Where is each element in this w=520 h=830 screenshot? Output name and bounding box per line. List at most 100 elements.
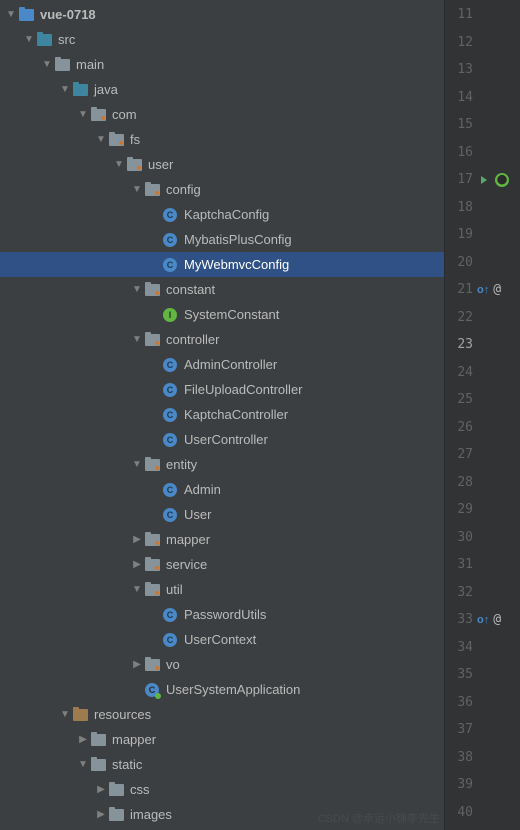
expand-arrow-icon[interactable]: ▼ xyxy=(130,584,144,595)
gutter-line[interactable]: 28 xyxy=(445,470,520,495)
tree-node[interactable]: ▶mapper xyxy=(0,727,444,752)
tree-node[interactable]: ▶CUser xyxy=(0,502,444,527)
tree-node[interactable]: ▼entity xyxy=(0,452,444,477)
expand-arrow-icon[interactable]: ▼ xyxy=(22,34,36,45)
tree-node[interactable]: ▶CKaptchaController xyxy=(0,402,444,427)
gutter-line[interactable]: 25 xyxy=(445,387,520,412)
line-number: 20 xyxy=(451,255,473,270)
tree-node[interactable]: ▼java xyxy=(0,77,444,102)
gutter-line[interactable]: 11 xyxy=(445,2,520,27)
expand-arrow-icon[interactable]: ▼ xyxy=(130,334,144,345)
override-gutter-icon[interactable]: o↑ xyxy=(477,284,489,296)
gutter-line[interactable]: 33o↑@ xyxy=(445,607,520,632)
collapse-arrow-icon[interactable]: ▶ xyxy=(94,809,108,820)
tree-node[interactable]: ▶CUserSystemApplication xyxy=(0,677,444,702)
collapse-arrow-icon[interactable]: ▶ xyxy=(76,734,90,745)
spring-bean-icon[interactable]: ⬤ xyxy=(495,173,509,187)
tree-node[interactable]: ▼fs xyxy=(0,127,444,152)
gutter-line[interactable]: 37 xyxy=(445,717,520,742)
tree-node[interactable]: ▶ mapper xyxy=(0,527,444,552)
gutter-line[interactable]: 34 xyxy=(445,635,520,660)
expand-arrow-icon[interactable]: ▼ xyxy=(112,159,126,170)
tree-node[interactable]: ▶CUserController xyxy=(0,427,444,452)
tree-node[interactable]: ▼config xyxy=(0,177,444,202)
tree-node[interactable]: ▼com xyxy=(0,102,444,127)
gutter-line[interactable]: 24 xyxy=(445,360,520,385)
tree-node[interactable]: ▼static xyxy=(0,752,444,777)
gutter-line[interactable]: 40 xyxy=(445,800,520,825)
tree-node[interactable]: ▼constant xyxy=(0,277,444,302)
tree-node[interactable]: ▶CPasswordUtils xyxy=(0,602,444,627)
line-number: 13 xyxy=(451,62,473,77)
gutter-line[interactable]: 21o↑@ xyxy=(445,277,520,302)
tree-node[interactable]: ▼controller xyxy=(0,327,444,352)
expand-arrow-icon[interactable]: ▼ xyxy=(130,284,144,295)
collapse-arrow-icon[interactable]: ▶ xyxy=(130,534,144,545)
gutter-line[interactable]: 18 xyxy=(445,195,520,220)
expand-arrow-icon[interactable]: ▼ xyxy=(76,109,90,120)
gutter-line[interactable]: 22 xyxy=(445,305,520,330)
line-number: 22 xyxy=(451,310,473,325)
expand-arrow-icon[interactable]: ▼ xyxy=(130,459,144,470)
tree-node[interactable]: ▼util xyxy=(0,577,444,602)
package-icon xyxy=(126,157,142,173)
tree-node[interactable]: ▶CFileUploadController xyxy=(0,377,444,402)
gutter-line[interactable]: 20 xyxy=(445,250,520,275)
expand-arrow-icon[interactable]: ▼ xyxy=(4,9,18,20)
gutter-line[interactable]: 14 xyxy=(445,85,520,110)
expand-arrow-icon[interactable]: ▼ xyxy=(40,59,54,70)
gutter-line[interactable]: 27 xyxy=(445,442,520,467)
collapse-arrow-icon[interactable]: ▶ xyxy=(94,784,108,795)
package-icon xyxy=(144,557,160,573)
gutter-line[interactable]: 17⬤ xyxy=(445,167,520,192)
tree-node[interactable]: ▼main xyxy=(0,52,444,77)
gutter-line[interactable]: 30 xyxy=(445,525,520,550)
tree-node[interactable]: ▼vue-0718 xyxy=(0,2,444,27)
resources-folder-icon xyxy=(72,707,88,723)
gutter-line[interactable]: 35 xyxy=(445,662,520,687)
gutter-line[interactable]: 19 xyxy=(445,222,520,247)
gutter-line[interactable]: 31 xyxy=(445,552,520,577)
tree-node[interactable]: ▶CKaptchaConfig xyxy=(0,202,444,227)
gutter-line[interactable]: 29 xyxy=(445,497,520,522)
tree-node[interactable]: ▼src xyxy=(0,27,444,52)
tree-node[interactable]: ▶CUserContext xyxy=(0,627,444,652)
tree-node[interactable]: ▶css xyxy=(0,777,444,802)
expand-arrow-icon[interactable]: ▼ xyxy=(58,709,72,720)
expand-arrow-icon[interactable]: ▼ xyxy=(76,759,90,770)
expand-arrow-icon[interactable]: ▼ xyxy=(58,84,72,95)
project-tree[interactable]: ▼vue-0718▼src▼main▼java▼com▼fs▼user▼conf… xyxy=(0,0,444,830)
gutter-line[interactable]: 23 xyxy=(445,332,520,357)
run-gutter-icon[interactable] xyxy=(477,173,491,187)
tree-node[interactable]: ▶CAdminController xyxy=(0,352,444,377)
gutter-line[interactable]: 13 xyxy=(445,57,520,82)
tree-node[interactable]: ▶ISystemConstant xyxy=(0,302,444,327)
tree-node-label: SystemConstant xyxy=(184,307,279,322)
gutter-line[interactable]: 26 xyxy=(445,415,520,440)
gutter-line[interactable]: 39 xyxy=(445,772,520,797)
gutter-line[interactable]: 12 xyxy=(445,30,520,55)
gutter-line[interactable]: 36 xyxy=(445,690,520,715)
tree-node[interactable]: ▶service xyxy=(0,552,444,577)
annotation-gutter-icon[interactable]: @ xyxy=(493,612,501,627)
expand-arrow-icon[interactable]: ▼ xyxy=(94,134,108,145)
tree-node[interactable]: ▼user xyxy=(0,152,444,177)
expand-arrow-icon[interactable]: ▼ xyxy=(130,184,144,195)
override-gutter-icon[interactable]: o↑ xyxy=(477,614,489,626)
line-number: 37 xyxy=(451,722,473,737)
gutter-line[interactable]: 38 xyxy=(445,745,520,770)
folder-icon xyxy=(90,732,106,748)
tree-node[interactable]: ▶CMybatisPlusConfig xyxy=(0,227,444,252)
tree-node[interactable]: ▶vo xyxy=(0,652,444,677)
annotation-gutter-icon[interactable]: @ xyxy=(493,282,501,297)
collapse-arrow-icon[interactable]: ▶ xyxy=(130,559,144,570)
collapse-arrow-icon[interactable]: ▶ xyxy=(130,659,144,670)
tree-node[interactable]: ▼resources xyxy=(0,702,444,727)
tree-node[interactable]: ▶CAdmin xyxy=(0,477,444,502)
tree-node[interactable]: ▶CMyWebmvcConfig xyxy=(0,252,444,277)
gutter-line[interactable]: 32 xyxy=(445,580,520,605)
gutter-line[interactable]: 16 xyxy=(445,140,520,165)
tree-node-label: mapper xyxy=(166,532,210,547)
gutter-line[interactable]: 15 xyxy=(445,112,520,137)
source-folder-icon xyxy=(72,82,88,98)
